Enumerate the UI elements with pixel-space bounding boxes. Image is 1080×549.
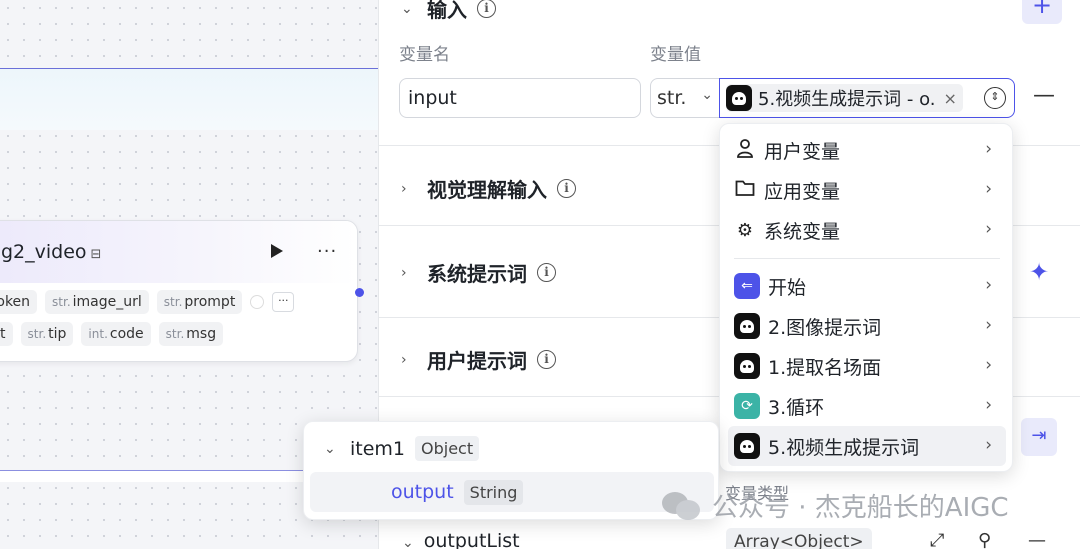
chevron-down-icon: ⌄ [701, 87, 713, 103]
col-label-name: 变量名 [399, 45, 450, 65]
input-tag: str. prompt [156, 290, 243, 314]
user-prompt-section-header[interactable]: › 用户提示词 i [401, 345, 556, 374]
chevron-right-icon: › [401, 351, 407, 368]
menu-item-node-video-prompt[interactable]: 5.视频生成提示词 › [728, 426, 1006, 466]
chevron-right-icon: › [985, 219, 992, 239]
chevron-down-icon: ⌄ [324, 440, 336, 457]
menu-item-node-image-prompt[interactable]: 2.图像提示词 › [728, 306, 1006, 346]
gear-icon: ⚙ [736, 219, 754, 241]
col-label-value: 变量值 [650, 45, 701, 65]
node-title: g2_video ⊟ [1, 241, 102, 263]
branch-icon[interactable]: ⚲ [978, 530, 991, 549]
chevron-right-icon: › [985, 275, 992, 295]
menu-item-app-variables[interactable]: 应用变量 › [728, 170, 1006, 210]
output-tag: str. msg [158, 322, 224, 346]
menu-item-node-loop[interactable]: ⟳ 3.循环 › [728, 386, 1006, 426]
type-badge: String [463, 479, 524, 505]
node-output-port[interactable] [355, 288, 364, 297]
chevron-right-icon: › [985, 395, 992, 415]
circle-icon [250, 295, 265, 309]
system-prompt-section-header[interactable]: › 系统提示词 i [401, 258, 556, 287]
user-icon [734, 138, 756, 163]
menu-item-user-variables[interactable]: 用户变量 › [728, 130, 1006, 170]
type-badge: Object [415, 436, 480, 461]
string-field-row[interactable]: output String [310, 472, 714, 512]
bot-icon [726, 85, 752, 111]
menu-item-node-extract-scene[interactable]: 1.提取名场面 › [728, 346, 1006, 386]
bot-icon [734, 313, 760, 339]
variable-picker-menu: 用户变量 › 应用变量 › ⚙ 系统变量 › ⇐ 开始 › 2.图像提示词 › … [719, 123, 1013, 472]
input-tag: str. image_url [45, 290, 149, 314]
output-type-badge: Array<Object> [726, 528, 872, 549]
robot-icon: ⊟ [90, 247, 102, 262]
remove-input-button[interactable]: — [1033, 83, 1055, 108]
start-icon: ⇐ [734, 273, 760, 299]
variable-name-input[interactable]: input [399, 78, 641, 118]
info-icon[interactable]: i [477, 0, 496, 18]
chevron-down-icon: ⌄ [402, 535, 414, 549]
expand-icon[interactable]: ⤢ [930, 530, 944, 549]
output-fields-popover: ⌄ item1 Object output String [303, 421, 719, 520]
chevron-right-icon: › [985, 355, 992, 375]
info-icon[interactable]: i [537, 263, 556, 282]
run-icon[interactable] [267, 242, 285, 260]
close-icon[interactable]: × [944, 89, 957, 108]
bot-icon [734, 353, 760, 379]
node-inputs: i_token str.image_url str.prompt ··· [0, 290, 295, 314]
object-field-row[interactable]: ⌄ item1 Object [324, 436, 480, 461]
variable-reference-field[interactable]: 5.视频生成提示词 - o. × ⇕ [719, 78, 1015, 118]
node-more-button[interactable]: ··· [317, 241, 337, 262]
input-tag: i_token [0, 290, 38, 314]
visual-input-section-header[interactable]: › 视觉理解输入 i [401, 174, 576, 203]
menu-item-system-variables[interactable]: ⚙ 系统变量 › [728, 210, 1006, 250]
chevron-right-icon: › [985, 315, 992, 335]
menu-divider [734, 258, 1000, 259]
reference-toggle-icon[interactable]: ⇕ [984, 87, 1006, 109]
output-row[interactable]: ⌄ outputList [402, 530, 520, 549]
watermark: 公众号 · 杰克船长的AIGC [662, 487, 1009, 524]
node-outputs: sult str.tip int.code str.msg [0, 322, 224, 346]
output-tag: sult [0, 322, 13, 346]
input-section-header[interactable]: ⌄ 输入 i [401, 0, 496, 23]
remove-output-button[interactable]: — [1028, 530, 1046, 549]
chevron-right-icon: › [401, 180, 407, 197]
menu-item-node-start[interactable]: ⇐ 开始 › [728, 266, 1006, 306]
reference-chip: 5.视频生成提示词 - o. × [726, 84, 963, 112]
more-inputs-button[interactable]: ··· [272, 292, 295, 312]
variable-type-select[interactable]: str. ⌄ [650, 78, 720, 118]
chevron-right-icon: › [401, 264, 407, 281]
output-tag: int. code [81, 322, 151, 346]
bot-icon [734, 433, 760, 459]
sparkle-icon[interactable]: ✦ [1029, 258, 1049, 286]
info-icon[interactable]: i [557, 179, 576, 198]
plugin-node[interactable]: g2_video⊟ ··· i_token str.image_url str.… [0, 220, 358, 362]
node-band-top [0, 68, 378, 130]
chevron-right-icon: › [985, 179, 992, 199]
chevron-right-icon: › [985, 435, 992, 455]
add-input-button[interactable]: + [1022, 0, 1062, 24]
wechat-icon [662, 490, 702, 522]
output-tag: str. tip [20, 322, 74, 346]
output-mode-button[interactable]: ⇥ [1021, 418, 1057, 456]
chevron-right-icon: › [985, 139, 992, 159]
loop-icon: ⟳ [734, 393, 760, 419]
folder-icon [734, 179, 756, 202]
info-icon[interactable]: i [537, 350, 556, 369]
chevron-down-icon: ⌄ [401, 0, 413, 17]
